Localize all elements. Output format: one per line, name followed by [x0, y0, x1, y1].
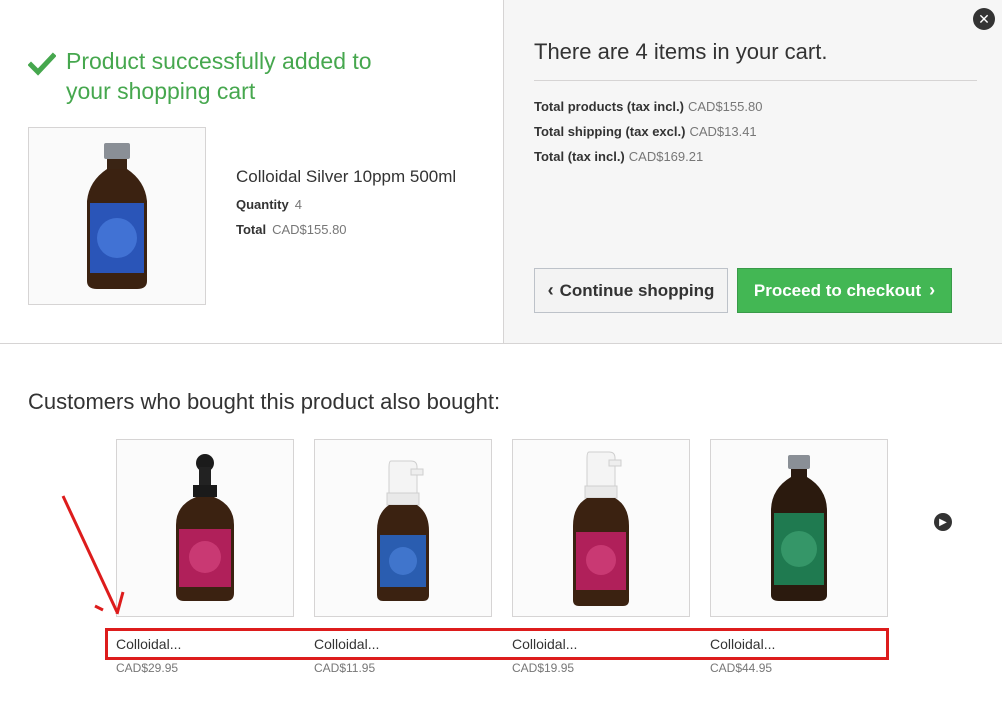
cart-line-value: CAD$13.41	[689, 124, 757, 139]
crossselling-item[interactable]: Colloidal... CAD$44.95	[710, 439, 888, 675]
crossselling-name[interactable]: Colloidal...	[710, 636, 775, 652]
crossselling-image[interactable]	[314, 439, 492, 617]
continue-shopping-button[interactable]: ‹ Continue shopping	[534, 268, 728, 313]
spray-bottle-image	[573, 451, 629, 606]
carousel-next-icon[interactable]: ▶	[934, 513, 952, 531]
crossselling-price: CAD$44.95	[710, 661, 773, 675]
crossselling-price: CAD$29.95	[116, 661, 179, 675]
crossselling-image[interactable]	[116, 439, 294, 617]
product-image	[28, 127, 206, 305]
crossselling-name[interactable]: Colloidal...	[314, 636, 379, 652]
section-divider	[0, 343, 1002, 344]
cart-line-label: Total shipping (tax excl.)	[534, 124, 686, 139]
proceed-to-checkout-button[interactable]: Proceed to checkout ›	[737, 268, 952, 313]
quantity-label: Quantity	[236, 197, 289, 212]
chevron-left-icon: ‹	[547, 280, 554, 300]
cart-separator	[534, 80, 977, 81]
success-message: Product successfully added to your shopp…	[28, 46, 396, 106]
bottle-image	[87, 143, 147, 289]
crossselling-item[interactable]: Colloidal... CAD$29.95	[116, 439, 294, 675]
crossselling-name[interactable]: Colloidal...	[512, 636, 577, 652]
crossselling-image[interactable]	[710, 439, 888, 617]
total-label: Total	[236, 222, 267, 237]
crossselling-price: CAD$11.95	[314, 661, 376, 675]
cart-title: There are 4 items in your cart.	[534, 39, 828, 64]
crossselling-name[interactable]: Colloidal...	[116, 636, 181, 652]
spray-bottle-image	[377, 460, 429, 601]
cart-line-value: CAD$155.80	[688, 99, 763, 114]
crossselling-item[interactable]: Colloidal... CAD$19.95	[512, 439, 690, 675]
success-text: Product successfully added to your shopp…	[66, 48, 372, 104]
crossselling-price: CAD$19.95	[512, 661, 575, 675]
dropper-bottle-image	[176, 454, 234, 601]
cap-bottle-image	[771, 455, 827, 601]
product-total: Total CAD$155.80	[236, 222, 347, 237]
checkout-label: Proceed to checkout	[753, 280, 922, 300]
cart-total-shipping: Total shipping (tax excl.) CAD$13.41	[534, 124, 757, 139]
cart-total-products: Total products (tax incl.) CAD$155.80	[534, 99, 762, 114]
crossselling-title: Customers who bought this product also b…	[28, 389, 501, 414]
cart-total: Total (tax incl.) CAD$169.21	[534, 149, 703, 164]
cart-line-label: Total products (tax incl.)	[534, 99, 684, 114]
close-icon[interactable]: ✕	[973, 8, 995, 30]
chevron-right-icon: ›	[929, 280, 936, 300]
quantity-value: 4	[294, 197, 302, 212]
total-value: CAD$155.80	[272, 222, 347, 237]
cart-line-label: Total (tax incl.)	[534, 149, 625, 164]
product-quantity: Quantity 4	[236, 197, 302, 212]
add-to-cart-modal: Product successfully added to your shopp…	[0, 0, 1002, 716]
continue-shopping-label: Continue shopping	[559, 280, 715, 300]
crossselling-item[interactable]: Colloidal... CAD$11.95	[314, 439, 492, 675]
cart-summary-pane: There are 4 items in your cart. Total pr…	[503, 0, 1002, 344]
product-name: Colloidal Silver 10ppm 500ml	[236, 167, 457, 186]
check-icon	[28, 52, 56, 76]
cart-line-value: CAD$169.21	[628, 149, 704, 164]
crossselling-image[interactable]	[512, 439, 690, 617]
product-added-pane: Product successfully added to your shopp…	[0, 0, 503, 344]
